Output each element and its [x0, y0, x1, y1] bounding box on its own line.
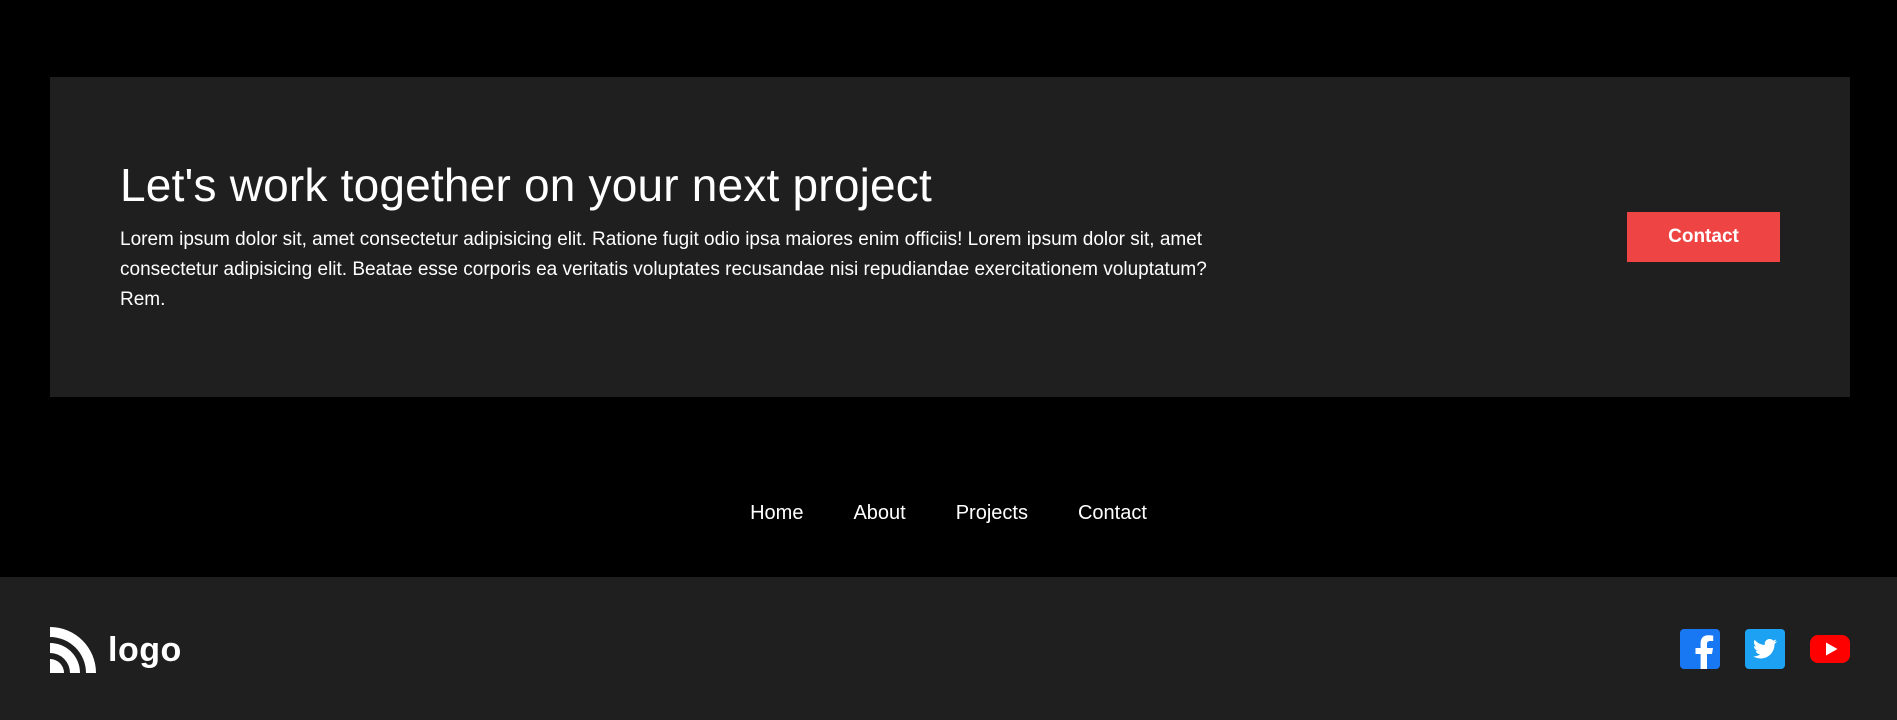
logo-text: logo: [108, 631, 182, 669]
cta-title: Let's work together on your next project: [120, 159, 932, 211]
twitter-icon: [1745, 629, 1785, 669]
social-links: [1680, 629, 1850, 669]
nav-item-contact[interactable]: Contact: [1078, 496, 1147, 530]
footer-nav: Home About Projects Contact: [0, 496, 1897, 530]
youtube-link[interactable]: [1810, 629, 1850, 669]
cta-text: Let's work together on your next project…: [120, 157, 1240, 315]
contact-button[interactable]: Contact: [1627, 212, 1780, 262]
cta-body: Lorem ipsum dolor sit, amet consectetur …: [120, 229, 1207, 310]
nav-item-projects[interactable]: Projects: [956, 496, 1028, 530]
twitter-link[interactable]: [1745, 629, 1785, 669]
facebook-icon: [1680, 629, 1720, 669]
youtube-icon: [1810, 635, 1850, 663]
cta-card: Let's work together on your next project…: [50, 77, 1850, 397]
nav-item-home[interactable]: Home: [750, 496, 803, 530]
rss-arcs-icon: [50, 627, 96, 673]
logo[interactable]: logo: [50, 627, 182, 673]
facebook-link[interactable]: [1680, 629, 1720, 669]
footer: logo: [0, 577, 1897, 720]
nav-item-about[interactable]: About: [853, 496, 905, 530]
